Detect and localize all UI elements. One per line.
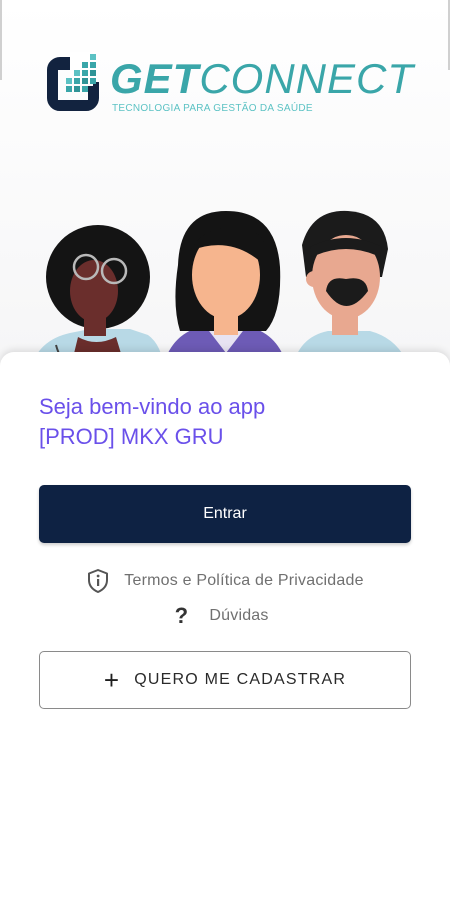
brand-name: GETCONNECT (110, 54, 414, 104)
brand-logo: GETCONNECT TECNOLOGIA PARA GESTÃO DA SAÚ… (44, 52, 414, 122)
enter-button[interactable]: Entrar (39, 485, 411, 543)
person-left-illustration (30, 225, 164, 370)
plus-icon: + (103, 665, 121, 695)
brand-name-get: GET (110, 55, 200, 102)
welcome-line-1: Seja bem-vindo ao app (39, 394, 266, 419)
person-right-illustration (292, 210, 410, 370)
shield-info-icon (86, 568, 110, 594)
question-mark-icon: ? (174, 603, 189, 628)
faq-label: Dúvidas (209, 607, 269, 624)
terms-privacy-label: Termos e Política de Privacidade (124, 572, 364, 589)
welcome-message: Seja bem-vindo ao app [PROD] MKX GRU (39, 392, 419, 452)
person-middle-illustration (162, 211, 288, 370)
screen-edge (0, 0, 2, 80)
register-button[interactable]: + QUERO ME CADASTRAR (39, 651, 411, 709)
brand-name-connect: CONNECT (199, 55, 415, 102)
people-illustration (30, 210, 410, 370)
terms-privacy-link[interactable]: Termos e Política de Privacidade (0, 566, 450, 596)
register-label: QUERO ME CADASTRAR (134, 671, 347, 688)
welcome-line-2: [PROD] MKX GRU (39, 424, 224, 449)
login-card: Seja bem-vindo ao app [PROD] MKX GRU Ent… (0, 352, 450, 900)
brand-tagline: TECNOLOGIA PARA GESTÃO DA SAÚDE (112, 103, 313, 114)
getconnect-logo-icon (47, 52, 100, 111)
login-screen: GETCONNECT TECNOLOGIA PARA GESTÃO DA SAÚ… (0, 0, 450, 900)
faq-link[interactable]: ? Dúvidas (0, 601, 450, 631)
